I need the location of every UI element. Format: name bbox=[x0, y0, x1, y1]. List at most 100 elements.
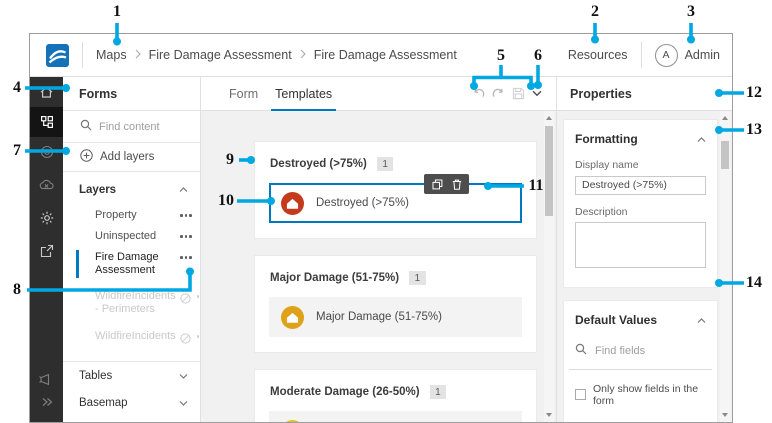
disabled-slash-icon bbox=[180, 293, 191, 308]
avatar[interactable]: A bbox=[655, 44, 678, 67]
save-menu-chevron-icon[interactable] bbox=[532, 90, 542, 97]
disabled-slash-icon bbox=[180, 333, 191, 348]
scrollbar-thumb[interactable] bbox=[545, 126, 553, 216]
group-title: Destroyed (>75%) bbox=[270, 158, 367, 170]
callout-number-2: 2 bbox=[591, 3, 599, 21]
layer-row-wildfire-perimeters[interactable]: WildfireIncidents - Perimeters bbox=[63, 286, 200, 320]
offline-cloud-icon[interactable] bbox=[30, 170, 63, 200]
collapse-chevrons-icon[interactable] bbox=[30, 394, 63, 422]
template-label: Destroyed (>75%) bbox=[316, 197, 409, 209]
breadcrumb-maps[interactable]: Maps bbox=[96, 48, 127, 62]
breadcrumb: Maps Fire Damage Assessment Fire Damage … bbox=[96, 48, 457, 62]
find-content-search[interactable] bbox=[63, 111, 200, 143]
scroll-up-arrow[interactable] bbox=[546, 116, 552, 120]
esri-logo-icon[interactable] bbox=[46, 44, 69, 67]
display-name-input[interactable] bbox=[575, 176, 706, 195]
checkbox-label: Only show fields in the form bbox=[593, 383, 706, 407]
scroll-down-arrow[interactable] bbox=[722, 413, 728, 417]
home-icon[interactable] bbox=[30, 77, 63, 107]
breadcrumb-map-name[interactable]: Fire Damage Assessment bbox=[149, 48, 292, 62]
add-layers-button[interactable]: Add layers bbox=[63, 143, 200, 172]
group-title: Major Damage (51-75%) bbox=[270, 272, 399, 284]
collapse-chevron-up-icon[interactable] bbox=[697, 130, 706, 148]
forms-icon[interactable] bbox=[30, 107, 63, 137]
display-name-label: Display name bbox=[575, 159, 706, 171]
options-ellipsis-icon[interactable] bbox=[180, 209, 192, 217]
templates-panel: Form Templates Destroyed (>75%) 1 bbox=[201, 77, 557, 422]
add-layers-label: Add layers bbox=[100, 151, 154, 163]
template-card-major-damage[interactable]: Major Damage (51-75%) bbox=[269, 297, 522, 337]
layer-name: Property bbox=[95, 209, 176, 222]
forms-panel: Forms Add layers Layers Property Uninspe… bbox=[63, 77, 201, 422]
properties-panel: Properties Formatting Display name Descr… bbox=[557, 77, 732, 422]
layer-row-fire-damage-assessment[interactable]: Fire Damage Assessment bbox=[63, 247, 200, 281]
layer-row-uninspected[interactable]: Uninspected bbox=[63, 226, 200, 247]
moderate-damage-symbol-icon bbox=[281, 420, 304, 423]
callout-number-11: 11 bbox=[528, 177, 543, 195]
plus-circle-icon bbox=[80, 149, 93, 165]
chevron-right-icon bbox=[135, 48, 141, 62]
only-show-fields-checkbox-row[interactable]: Only show fields in the form bbox=[575, 383, 706, 407]
destroyed-symbol-icon bbox=[281, 192, 304, 215]
resources-link[interactable]: Resources bbox=[568, 48, 628, 62]
basemap-label: Basemap bbox=[79, 397, 128, 409]
templates-panel-header: Form Templates bbox=[201, 77, 556, 111]
search-icon bbox=[575, 342, 587, 360]
scroll-down-arrow[interactable] bbox=[546, 413, 552, 417]
sharing-icon[interactable] bbox=[30, 236, 63, 266]
properties-scrollbar[interactable] bbox=[720, 111, 730, 422]
basemap-section-header[interactable]: Basemap bbox=[63, 389, 200, 416]
find-fields-search[interactable] bbox=[569, 342, 712, 370]
checkbox-unchecked[interactable] bbox=[575, 389, 586, 400]
count-badge: 1 bbox=[409, 271, 426, 285]
tab-templates[interactable]: Templates bbox=[275, 77, 332, 111]
collapse-chevron-up-icon[interactable] bbox=[697, 311, 706, 329]
description-label: Description bbox=[575, 206, 706, 218]
tables-label: Tables bbox=[79, 370, 112, 382]
feedback-megaphone-icon[interactable] bbox=[30, 364, 63, 394]
user-menu[interactable]: Admin bbox=[685, 48, 720, 62]
default-values-title: Default Values bbox=[575, 313, 657, 327]
undo-icon[interactable] bbox=[472, 88, 485, 100]
callout-number-14: 14 bbox=[746, 274, 762, 292]
app-window: Maps Fire Damage Assessment Fire Damage … bbox=[29, 33, 733, 423]
layer-row-wildfire-incidents[interactable]: WildfireIncidents bbox=[63, 326, 200, 352]
layer-row-property[interactable]: Property bbox=[63, 205, 200, 226]
callout-number-12: 12 bbox=[746, 84, 762, 102]
find-fields-input[interactable] bbox=[595, 345, 681, 357]
chevron-up-icon bbox=[179, 184, 188, 196]
template-card-destroyed[interactable]: Destroyed (>75%) bbox=[269, 183, 522, 223]
description-textarea[interactable] bbox=[575, 222, 706, 268]
template-group-moderate-damage: Moderate Damage (26-50%) 1 Moderate Dama… bbox=[254, 369, 537, 422]
find-content-input[interactable] bbox=[99, 121, 185, 133]
tables-section-header[interactable]: Tables bbox=[63, 362, 200, 389]
formatting-title: Formatting bbox=[575, 132, 638, 146]
callout-number-4: 4 bbox=[13, 79, 21, 97]
default-values-section: Default Values Only show fields in the f… bbox=[563, 300, 718, 423]
options-ellipsis-icon[interactable] bbox=[180, 230, 192, 238]
delete-trash-icon[interactable] bbox=[452, 179, 462, 190]
properties-panel-title: Properties bbox=[557, 77, 732, 111]
template-card-moderate-damage[interactable]: Moderate Damage (26-50%) bbox=[269, 411, 522, 422]
callout-number-7: 7 bbox=[13, 142, 21, 160]
layers-section-header[interactable]: Layers bbox=[63, 175, 200, 205]
duplicate-icon[interactable] bbox=[432, 179, 443, 190]
layer-name: Uninspected bbox=[95, 230, 176, 243]
save-icon[interactable] bbox=[512, 87, 525, 100]
callout-number-1: 1 bbox=[113, 3, 121, 21]
tab-form[interactable]: Form bbox=[229, 77, 258, 111]
settings-gear-icon[interactable] bbox=[30, 203, 63, 233]
chevron-right-icon bbox=[300, 48, 306, 62]
layer-name: WildfireIncidents - Perimeters bbox=[95, 290, 176, 316]
scrollbar-thumb[interactable] bbox=[721, 141, 729, 169]
templates-list: Destroyed (>75%) 1 Destroyed (>75%) bbox=[201, 111, 556, 422]
count-badge: 1 bbox=[377, 157, 394, 171]
templates-scrollbar[interactable] bbox=[544, 111, 554, 422]
scroll-up-arrow[interactable] bbox=[722, 116, 728, 120]
template-card-toolbar bbox=[424, 174, 469, 194]
options-ellipsis-icon[interactable] bbox=[180, 251, 192, 259]
redo-icon[interactable] bbox=[492, 88, 505, 100]
callout-number-3: 3 bbox=[687, 3, 695, 21]
geofences-target-icon[interactable] bbox=[30, 137, 63, 167]
callout-number-6: 6 bbox=[534, 47, 542, 65]
